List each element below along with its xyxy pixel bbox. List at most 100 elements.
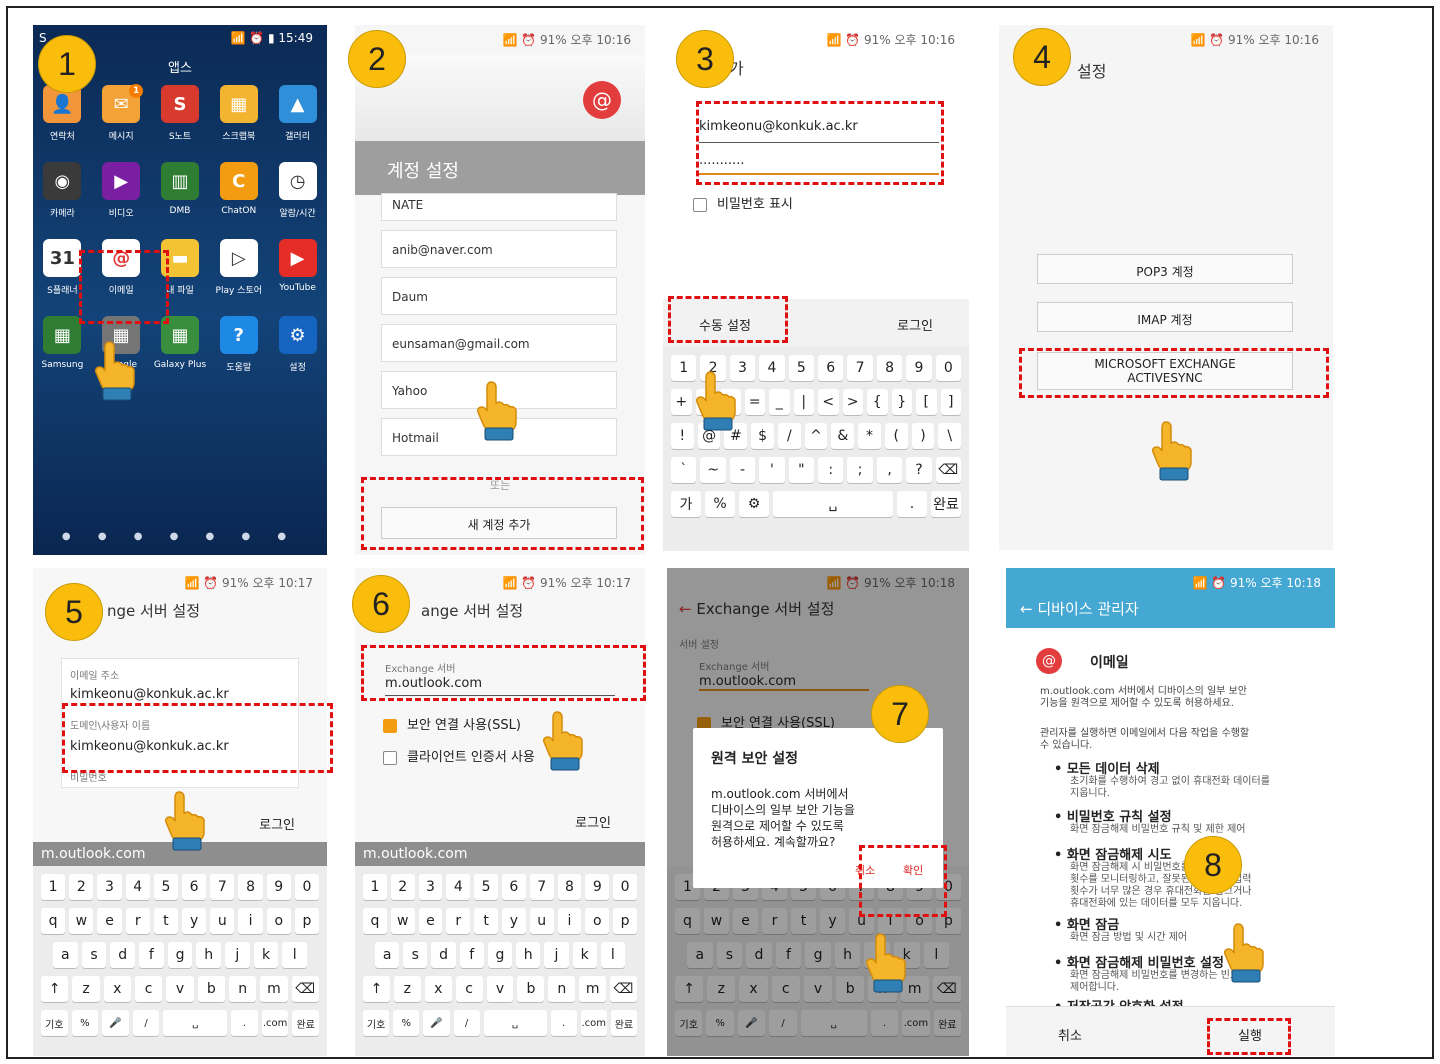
key[interactable]: m xyxy=(579,976,607,1002)
key[interactable]: . xyxy=(231,1010,258,1036)
key[interactable]: n xyxy=(548,976,576,1002)
key[interactable]: ! xyxy=(671,423,694,449)
account-item[interactable]: eunsaman@gmail.com xyxy=(381,324,617,362)
key[interactable]: f xyxy=(139,942,164,968)
key[interactable]: % xyxy=(705,491,735,517)
key[interactable]: > xyxy=(842,389,863,415)
key[interactable]: f xyxy=(459,942,484,968)
key[interactable]: 1 xyxy=(363,874,387,900)
key[interactable]: 2 xyxy=(69,874,94,900)
key[interactable]: 가 xyxy=(671,491,701,517)
key[interactable]: ` xyxy=(671,457,697,483)
key[interactable]: 4 xyxy=(759,355,785,381)
key[interactable]: \ xyxy=(938,423,962,449)
key[interactable]: d xyxy=(110,942,136,968)
key[interactable]: q xyxy=(41,908,66,934)
key[interactable]: $ xyxy=(751,423,774,449)
key[interactable]: { xyxy=(867,389,888,415)
suggestion-bar[interactable]: m.outlook.com xyxy=(355,842,645,866)
key[interactable]: - xyxy=(729,457,756,483)
key[interactable]: ? xyxy=(906,457,932,483)
key[interactable]: 0 xyxy=(935,355,962,381)
key[interactable]: ␣ xyxy=(163,1010,228,1036)
key[interactable]: 2 xyxy=(390,874,415,900)
key[interactable]: 🎤 xyxy=(102,1010,129,1036)
app-9[interactable]: ◷ 알람/시간 xyxy=(268,162,327,219)
key[interactable]: s xyxy=(81,942,107,968)
key[interactable]: ' xyxy=(759,457,785,483)
login-button[interactable]: 로그인 xyxy=(897,315,933,334)
key[interactable]: i xyxy=(557,908,582,934)
key[interactable]: e xyxy=(418,908,443,934)
key[interactable]: y xyxy=(182,908,207,934)
key[interactable]: p xyxy=(294,908,320,934)
key[interactable]: u xyxy=(210,908,235,934)
key[interactable]: 7 xyxy=(529,874,554,900)
key[interactable]: 4 xyxy=(125,874,150,900)
key[interactable]: 4 xyxy=(446,874,471,900)
key[interactable]: w xyxy=(69,908,94,934)
key[interactable]: 5 xyxy=(788,355,815,381)
key[interactable]: / xyxy=(132,1010,160,1036)
email-field[interactable]: kimkeonu@konkuk.ac.kr xyxy=(70,687,229,702)
key[interactable]: b xyxy=(517,976,545,1002)
key[interactable]: z xyxy=(393,976,421,1002)
key[interactable]: : xyxy=(818,457,844,483)
key[interactable]: g xyxy=(487,942,513,968)
key[interactable]: ~ xyxy=(700,457,726,483)
app-5[interactable]: ◉ 카메라 xyxy=(33,162,92,219)
key[interactable]: l xyxy=(282,942,308,968)
key[interactable]: . xyxy=(550,1010,577,1036)
key[interactable]: t xyxy=(474,908,498,934)
show-password-checkbox[interactable]: 비밀번호 표시 xyxy=(693,193,793,212)
key[interactable]: j xyxy=(544,942,569,968)
key[interactable]: o xyxy=(585,908,610,934)
app-15[interactable]: ▦ Samsung xyxy=(33,316,92,373)
account-item[interactable]: Daum xyxy=(381,277,617,315)
key[interactable]: i xyxy=(238,908,263,934)
key[interactable]: ␣ xyxy=(483,1010,547,1036)
key[interactable]: 6 xyxy=(501,874,526,900)
app-6[interactable]: ▶ 비디오 xyxy=(92,162,151,219)
app-13[interactable]: ▷ Play 스토어 xyxy=(209,239,268,296)
key[interactable]: j xyxy=(225,942,250,968)
key[interactable]: x xyxy=(103,976,131,1002)
key[interactable]: 8 xyxy=(238,874,263,900)
key[interactable]: ( xyxy=(884,423,908,449)
key[interactable]: r xyxy=(446,908,471,934)
key[interactable]: ) xyxy=(911,423,935,449)
key[interactable]: 8 xyxy=(557,874,582,900)
key[interactable]: 9 xyxy=(906,355,932,381)
key[interactable]: 7 xyxy=(210,874,235,900)
key[interactable]: + xyxy=(671,389,692,415)
key[interactable]: d xyxy=(431,942,456,968)
key[interactable]: 6 xyxy=(182,874,207,900)
key[interactable]: 9 xyxy=(266,874,291,900)
client-cert-checkbox[interactable]: 클라이언트 인증서 사용 xyxy=(383,746,535,765)
key[interactable]: 완료 xyxy=(292,1010,319,1036)
key[interactable]: c xyxy=(134,976,163,1002)
back-arrow-icon[interactable]: ← xyxy=(1020,600,1033,618)
key[interactable]: 기호 xyxy=(41,1010,68,1036)
key[interactable]: 0 xyxy=(613,874,637,900)
key[interactable]: ⌫ xyxy=(935,457,962,483)
key[interactable]: ␣ xyxy=(773,491,893,517)
key[interactable]: h xyxy=(196,942,222,968)
key[interactable]: 3 xyxy=(97,874,122,900)
key[interactable]: 완료 xyxy=(610,1010,638,1036)
key[interactable]: c xyxy=(455,976,483,1002)
key[interactable]: ↑ xyxy=(41,976,69,1002)
key[interactable]: 3 xyxy=(418,874,443,900)
key[interactable]: , xyxy=(876,457,903,483)
key[interactable]: " xyxy=(788,457,815,483)
key[interactable]: ⌫ xyxy=(610,976,638,1002)
key[interactable]: 7 xyxy=(847,355,873,381)
key[interactable]: m xyxy=(260,976,288,1002)
app-4[interactable]: ▲ 갤러리 xyxy=(268,85,327,142)
cancel-button[interactable]: 취소 xyxy=(1058,1025,1082,1044)
key[interactable]: y xyxy=(501,908,526,934)
key[interactable]: x xyxy=(424,976,452,1002)
key[interactable]: 6 xyxy=(818,355,844,381)
login-button[interactable]: 로그인 xyxy=(575,812,611,831)
key[interactable]: p xyxy=(613,908,637,934)
